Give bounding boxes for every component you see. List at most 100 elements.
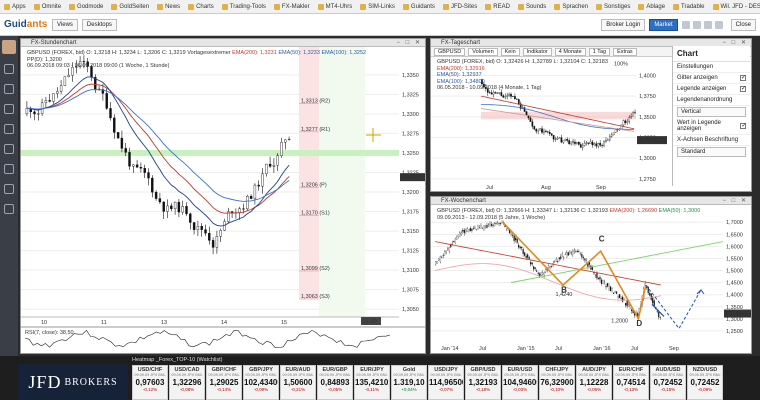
bookmark-item[interactable]: JFD-Sites	[442, 3, 477, 10]
bookmark-item[interactable]: News	[157, 3, 180, 10]
extras-select[interactable]: Extras	[613, 47, 637, 56]
layout-icon[interactable]	[692, 20, 701, 29]
candle	[56, 91, 59, 94]
bookmark-item[interactable]: Wil. JFD - DESK	[712, 3, 760, 10]
settings-icon[interactable]	[714, 20, 723, 29]
watchlist-tile[interactable]: EUR/CHF 09.09.09 JPX BNL 0,74514 -0,13%	[613, 365, 649, 400]
candle	[257, 184, 260, 187]
watchlist-tile[interactable]: CHF/JPY 09.09.09 JPX BNL 76,32900 -0,10%	[539, 365, 575, 400]
candle	[536, 270, 538, 272]
volume-select[interactable]: Volumen	[468, 47, 498, 56]
candle	[454, 238, 456, 243]
watchlist-tile[interactable]: GBP/CHF 09.09.09 JPX BNL 1,29025 -0,14%	[206, 365, 242, 400]
candle	[614, 129, 617, 133]
candle	[518, 244, 520, 248]
watchlist-tile[interactable]: AUD/USD 09.09.09 JPX BNL 0,72452 -0,15%	[650, 365, 686, 400]
close-button[interactable]: Close	[730, 18, 756, 31]
bookmark-item[interactable]: Tradable	[673, 3, 705, 10]
symbol-select[interactable]: GBPUSD	[434, 47, 466, 56]
bookmark-item[interactable]: Apps	[4, 3, 26, 10]
watchlist-tile[interactable]: GBP/USD 09.09.09 JPX BNL 1,32193 -0,18%	[465, 365, 501, 400]
price-tick-label: 1,3275	[402, 131, 419, 137]
folder-icon	[485, 3, 492, 10]
interval-select[interactable]: 1 Tag	[588, 47, 611, 56]
bookmark-item[interactable]: Sprachen	[554, 3, 588, 10]
checkbox[interactable]	[740, 74, 746, 81]
watchlist-tile[interactable]: EUR/USD 09.09.09 JPX BNL 104,94600 -0,03%	[502, 365, 538, 400]
weekly-chart[interactable]: 1,7000 1,6500 1,6000 1,5500 1,5000 1,4500 1,40…	[431, 205, 752, 353]
candle	[583, 143, 586, 146]
list-icon[interactable]	[4, 104, 14, 114]
tile-px: 1,50600	[283, 378, 313, 387]
app-root: Apps Omnite Godmode GoldSeiten News Charts Tra…	[0, 0, 760, 400]
settings-checkbox-row[interactable]: Gitter anzeigen	[673, 73, 750, 84]
bookmark-item[interactable]: Sounds	[517, 3, 546, 10]
window-controls[interactable]: − □ ✕	[397, 39, 423, 47]
watchlist-tile[interactable]: GBP/JPY 09.09.09 JPX BNL 102,43400 -0,09%	[243, 365, 279, 400]
watchlist-tile[interactable]: USD/CHF 09.09.09 JPX BNL 0,97603 -0,12%	[132, 365, 168, 400]
candle	[601, 145, 603, 146]
watchlist-tile[interactable]: EUR/AUD 09.09.09 JPX BNL 1,50600 -0,21%	[280, 365, 316, 400]
candle	[593, 143, 596, 146]
candle	[634, 112, 636, 114]
tab-views[interactable]: Views	[52, 18, 78, 31]
monitor-icon[interactable]	[4, 64, 14, 74]
broker-login-button[interactable]: Broker Login	[601, 18, 646, 31]
settings-checkbox-row[interactable]: Wert in Legende anzeigen	[673, 118, 750, 135]
tab-desktops[interactable]: Desktops	[81, 18, 117, 31]
candle	[471, 229, 473, 231]
tile-sym: EUR/GBP	[322, 367, 348, 373]
candle	[533, 266, 535, 270]
bookmark-item[interactable]: Ablage	[638, 3, 665, 10]
checkbox[interactable]	[740, 85, 746, 92]
watchlist-tile[interactable]: NZD/USD 09.09.09 JPX BNL 0,72452 -0,09%	[687, 365, 723, 400]
watchlist-tile[interactable]: EUR/JPY 09.09.09 JPX BNL 135,42101 -0,11%	[354, 365, 390, 400]
chart-icon[interactable]	[4, 84, 14, 94]
avatar[interactable]	[2, 40, 16, 54]
globe-icon[interactable]	[4, 204, 14, 214]
bookmark-item[interactable]: MT4-Uhrs	[317, 3, 352, 10]
jfd-brokers-logo: JFD BROKERS	[18, 364, 128, 400]
watchlist-tile[interactable]: EUR/GBP 09.09.09 JPX BNL 0,84893 -0,05%	[317, 365, 353, 400]
settings-dropdown[interactable]: Standard	[677, 147, 746, 157]
watchlist-tile[interactable]: Gold 09.09.09 JPX BNL 1.319,10 +0,04%	[391, 365, 427, 400]
user-icon[interactable]	[703, 20, 712, 29]
bookmark-item[interactable]: Godmode	[69, 3, 103, 10]
bookmark-item[interactable]: FX-Makler	[273, 3, 310, 10]
bookmark-item[interactable]: Trading-Tools	[221, 3, 266, 10]
market-button[interactable]: Market	[649, 18, 678, 31]
bookmark-item[interactable]: Guidants	[402, 3, 435, 10]
bookmark-item[interactable]: GoldSeiten	[111, 3, 149, 10]
price-tick-label: 1,3350	[402, 73, 419, 79]
settings-checkbox-row[interactable]: Legende anzeigen	[673, 84, 750, 95]
bookmark-item[interactable]: Omnite	[33, 3, 61, 10]
grid-icon[interactable]	[681, 20, 690, 29]
checkbox[interactable]	[740, 122, 746, 129]
tile-sym: EUR/AUD	[285, 367, 311, 373]
candle	[612, 132, 615, 136]
bookmark-item[interactable]: READ	[485, 3, 510, 10]
watchlist-tile[interactable]: USD/CAD 09.09.09 JPX BNL 1,32296 -0,08%	[169, 365, 205, 400]
news-icon[interactable]	[4, 124, 14, 134]
candle	[603, 281, 606, 283]
candle	[496, 221, 499, 223]
candle	[602, 280, 604, 284]
bell-icon[interactable]	[4, 164, 14, 174]
candle	[486, 225, 488, 228]
window-controls[interactable]: − □ ✕	[723, 197, 749, 205]
indicator-select[interactable]: Indikator	[522, 47, 552, 56]
candle	[560, 137, 563, 143]
overlay-select[interactable]: Kein	[500, 47, 520, 56]
bookmark-item[interactable]: SIM-Links	[360, 3, 395, 10]
hourly-chart[interactable]: 1,33501,33251,33001,32751,32501,32251,32…	[21, 47, 426, 353]
watchlist-tile[interactable]: AUD/JPY 09.09.09 JPX BNL 1,12228 -0,06%	[576, 365, 612, 400]
folder-icon[interactable]	[4, 184, 14, 194]
bookmark-item[interactable]: Charts	[188, 3, 214, 10]
bookmark-item[interactable]: Sonstiges	[596, 3, 630, 10]
watchlist-tile[interactable]: USD/JPY 09.09.09 JPX BNL 114,96500 -0,07%	[428, 365, 464, 400]
star-icon[interactable]	[4, 144, 14, 154]
range-select[interactable]: 4 Monate	[554, 47, 586, 56]
candle	[436, 261, 438, 264]
settings-dropdown[interactable]: Vertical	[677, 107, 746, 117]
tile-t: 09.09.09 JPX BNL	[245, 373, 277, 377]
